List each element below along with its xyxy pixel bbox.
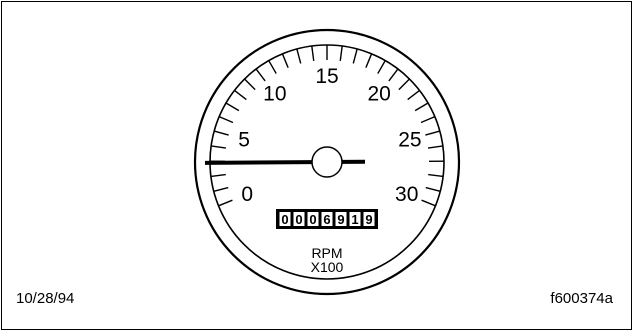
scale-label: 30 — [395, 183, 418, 206]
tick-mark — [399, 79, 410, 90]
figure-frame: 051015202530 0006919 RPM X100 10/28/94 f… — [1, 1, 632, 330]
figure-id: f600374a — [550, 290, 613, 307]
odometer-digit: 1 — [351, 212, 358, 227]
tick-mark — [415, 103, 428, 111]
scale-label: 0 — [241, 183, 253, 206]
odometer-digit: 9 — [337, 212, 344, 227]
figure-date: 10/28/94 — [16, 290, 74, 307]
odometer-digit: 0 — [281, 212, 288, 227]
tick-mark — [340, 46, 342, 61]
tick-mark — [211, 175, 226, 177]
odometer-digit: 0 — [309, 212, 316, 227]
tick-mark — [214, 188, 229, 192]
odometer-counter: 0006919 — [276, 209, 378, 229]
gauge-scale-labels: 0 5 10 15 20 25 30 — [238, 65, 421, 206]
tick-mark — [219, 200, 233, 206]
gauge-center-hub — [312, 147, 342, 177]
tick-mark — [366, 54, 372, 68]
scale-label: 10 — [263, 83, 286, 106]
tick-mark — [282, 54, 288, 68]
tick-mark — [226, 103, 239, 111]
scale-label: 5 — [238, 128, 250, 151]
tick-mark — [214, 131, 228, 135]
tick-mark — [219, 117, 233, 123]
tachometer-gauge: 051015202530 0006919 RPM X100 — [2, 2, 635, 335]
tick-mark — [378, 61, 385, 74]
tick-mark — [421, 117, 435, 123]
tick-mark — [234, 90, 246, 99]
tick-mark — [428, 175, 443, 177]
odometer-digit: 6 — [323, 212, 330, 227]
tick-mark — [422, 200, 436, 206]
tick-mark — [353, 49, 357, 63]
tick-mark — [297, 49, 301, 63]
tick-mark — [245, 79, 256, 90]
odometer-digit: 0 — [295, 212, 302, 227]
scale-label: 20 — [367, 83, 390, 106]
tick-mark — [426, 188, 441, 192]
unit-label-multiplier: X100 — [311, 259, 344, 275]
tick-mark — [211, 146, 226, 148]
tick-mark — [389, 69, 398, 81]
tick-mark — [269, 61, 276, 74]
tick-mark — [312, 46, 314, 61]
scale-label: 15 — [315, 65, 338, 88]
tick-mark — [408, 90, 420, 99]
scale-label: 25 — [398, 128, 421, 151]
tick-mark — [256, 69, 265, 81]
odometer-digit: 9 — [365, 212, 372, 227]
tick-mark — [425, 131, 439, 135]
tick-mark — [428, 146, 443, 148]
